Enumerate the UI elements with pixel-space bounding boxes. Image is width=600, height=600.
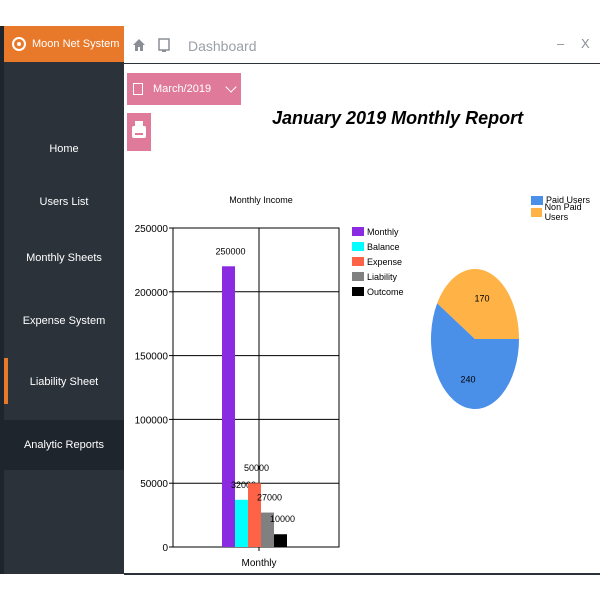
data-label: 10000 <box>270 514 295 524</box>
pie-chart-legend: Paid Users Non Paid Users <box>531 194 600 222</box>
month-picker-value: March/2019 <box>153 83 212 95</box>
chevron-down-icon <box>225 81 237 93</box>
app-brand: Moon Net System <box>4 26 124 62</box>
legend-item: Monthly <box>352 224 404 239</box>
bottom-border <box>124 573 600 575</box>
sidebar-item-expense-system[interactable]: Expense System <box>4 296 124 346</box>
sidebar-item-monthly-sheets[interactable]: Monthly Sheets <box>4 233 124 283</box>
y-tick-label: 150000 <box>135 352 169 363</box>
y-tick-label: 100000 <box>135 415 169 426</box>
bar-monthly <box>222 266 235 547</box>
legend-label: Monthly <box>367 226 399 237</box>
legend-item: Balance <box>352 239 404 254</box>
legend-swatch <box>352 272 364 281</box>
sidebar-item-users-list[interactable]: Users List <box>4 177 124 227</box>
legend-label: Non Paid Users <box>544 202 582 222</box>
data-label: 27000 <box>257 493 282 503</box>
users-pie-chart: 240 170 <box>431 269 519 409</box>
legend-label: Outcome <box>367 286 404 297</box>
legend-item: Liability <box>352 269 404 284</box>
page-title: Dashboard <box>188 38 257 54</box>
sidebar-item-analytic-reports[interactable]: Analytic Reports <box>4 420 124 470</box>
y-tick-label: 50000 <box>140 479 168 490</box>
pie-data-label: 240 <box>460 374 475 384</box>
sidebar-item-label: Liability Sheet <box>29 376 99 388</box>
sidebar-item-label: Home <box>49 143 79 155</box>
app-name: Moon Net System <box>32 38 120 50</box>
legend-label: Liability <box>367 271 398 282</box>
legend-label: Balance <box>367 241 400 252</box>
printer-icon <box>132 121 146 138</box>
report-title: January 2019 Monthly Report <box>272 108 524 128</box>
legend-item: Non Paid Users <box>531 202 600 222</box>
sidebar-item-liability-sheet[interactable]: Liability Sheet <box>4 357 124 407</box>
monthly-income-chart: Monthly Income 0 50000 100000 150000 200000 25… <box>135 195 340 569</box>
close-button[interactable]: X <box>581 36 590 51</box>
legend-swatch <box>352 257 364 266</box>
sidebar-item-label: Expense System <box>22 315 106 327</box>
legend-swatch <box>352 227 364 236</box>
sidebar-item-label: Users List <box>39 196 89 208</box>
data-label: 50000 <box>244 463 269 473</box>
x-tick-label: Monthly <box>241 558 276 569</box>
legend-swatch <box>352 242 364 251</box>
legend-swatch <box>531 207 542 217</box>
month-picker[interactable]: March/2019 <box>127 73 241 105</box>
bar-balance <box>235 499 248 547</box>
app-logo-icon <box>12 37 26 51</box>
data-label: 250000 <box>215 246 245 256</box>
sidebar-item-home[interactable]: Home <box>4 124 124 174</box>
legend-swatch <box>352 287 364 296</box>
legend-label: Expense <box>367 256 403 267</box>
print-button[interactable] <box>127 113 151 151</box>
legend-item: Expense <box>352 254 404 269</box>
legend-item: Outcome <box>352 284 404 299</box>
sidebar-item-label: Analytic Reports <box>23 439 105 451</box>
y-tick-label: 200000 <box>135 288 169 299</box>
calendar-icon <box>133 83 143 95</box>
minimize-button[interactable]: – <box>557 36 564 51</box>
bar-chart-legend: Monthly Balance Expense Liability Outcome <box>352 224 404 299</box>
device-icon[interactable] <box>158 38 170 53</box>
home-icon[interactable] <box>132 38 146 52</box>
pie-data-label: 170 <box>474 294 489 304</box>
y-tick-label: 0 <box>162 543 168 554</box>
header-bar: Dashboard – X <box>124 26 600 64</box>
y-tick-label: 250000 <box>135 224 169 235</box>
legend-swatch <box>531 195 543 205</box>
bar-outcome <box>274 534 287 547</box>
sidebar-item-label: Monthly Sheets <box>26 252 102 264</box>
chart-title: Monthly Income <box>229 195 293 205</box>
